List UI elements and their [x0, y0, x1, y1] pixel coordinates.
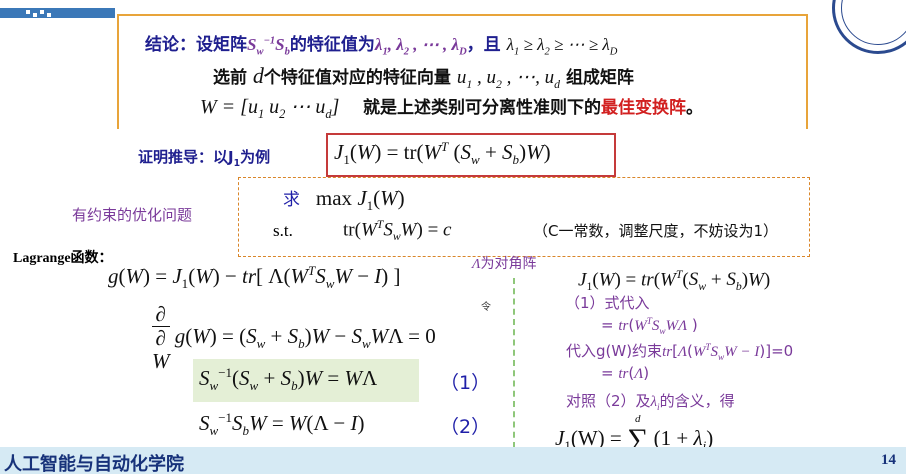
equation-2-number: （2） [440, 416, 491, 438]
j1-formula: J1(W) = tr(WT (Sw + Sb)W) [334, 139, 551, 168]
page-number: 14 [881, 452, 896, 468]
lambda-note: Λ为对角阵 [472, 256, 537, 272]
vertical-divider [513, 278, 515, 448]
compare-step: 对照（2）及λi的含义，得 [566, 392, 735, 413]
equation-2: Sw−1SbW = W(Λ − I) [199, 410, 365, 439]
substitute-step-1: （1）式代入 [565, 294, 650, 312]
compare-tail: 的含义，得 [659, 392, 735, 410]
period: 。 [686, 98, 704, 118]
optimal-transform-highlight: 最佳变换阵 [601, 98, 687, 118]
constraint-label: 有约束的优化问题 [72, 206, 193, 224]
top-decoration-strip [0, 0, 115, 22]
let-marker: 令 [481, 302, 491, 313]
conclusion-prefix: 结论：设矩阵 [145, 35, 247, 55]
equation-1-number: （1） [440, 372, 491, 394]
constraint-formula: tr(WTSwW) = c [343, 218, 452, 244]
conclusion-and: ，且 [466, 35, 501, 55]
compose-text: 组成矩阵 [565, 68, 634, 88]
proof-label: 证明推导：以J1为例 [138, 148, 271, 169]
university-logo [832, 0, 906, 54]
eigvec-list: u1 , u2 , ⋯, ud [456, 67, 561, 91]
conclusion-matrix-line: W = [u1 u2 ⋯ ud] 就是上述类别可分离性准则下的最佳变换阵。 [200, 93, 703, 122]
optimal-text: 就是上述类别可分离性准则下的 [363, 98, 602, 118]
lagrange-label: Lagrange函数： [13, 251, 113, 266]
sw-inv-sb-symbol: Sw−1Sb [247, 35, 290, 58]
footer-institute: 人工智能与自动化学院 [4, 454, 184, 475]
constant-note: （C一常数，调整尺度，不妨设为1） [533, 222, 779, 240]
conclusion-eig-text: 的特征值为 [289, 35, 375, 55]
j1-restated: J1(W) = tr(WT(Sw + Sb)W) [578, 268, 771, 294]
st-label: s.t. [273, 221, 293, 240]
conclusion-select-line: 选前 d个特征值对应的特征向量 u1 , u2 , ⋯, ud 组成矩阵 [213, 63, 634, 92]
qiu-text: 求 [283, 190, 300, 210]
conclusion-line: 结论：设矩阵Sw−1Sb的特征值为λ1, λ2 , ⋯ , λD，且 λ1 ≥ … [145, 30, 617, 57]
maximize-line: 求 max J1(W) [283, 186, 405, 214]
compare-text: 对照（2）及 [566, 392, 651, 410]
select-text: 选前 [213, 68, 247, 88]
proof-label-tail: 为例 [240, 148, 271, 166]
equation-1: Sw−1(Sw + Sb)W = WΛ [199, 365, 378, 394]
substitute-constraint: 代入g(W)约束tr[Λ(WTSwW − I)]=0 [566, 342, 794, 363]
eigvec-text: 个特征值对应的特征向量 [263, 68, 451, 88]
proof-label-text: 证明推导：以J [138, 148, 234, 166]
d-symbol: d [252, 63, 264, 88]
substituted-trace: = tr(WTSwWΛ ) [601, 316, 698, 337]
lambda-note-text: 为对角阵 [480, 256, 537, 272]
lagrange-function: g(W) = J1(W) − tr[ Λ(WTSwW − I) ] [108, 263, 401, 292]
trace-lambda: = tr(Λ) [601, 364, 650, 382]
w-matrix: W = [u1 u2 ⋯ ud] [200, 96, 340, 121]
eigenvalue-order: λ1 ≥ λ2 ≥ ⋯ ≥ λD [506, 35, 618, 58]
eigenvalue-list: λ1, λ2 , ⋯ , λD [374, 35, 467, 58]
substitute-constraint-text: 代入g(W)约束 [566, 342, 663, 360]
equals-zero: =0 [771, 342, 794, 360]
